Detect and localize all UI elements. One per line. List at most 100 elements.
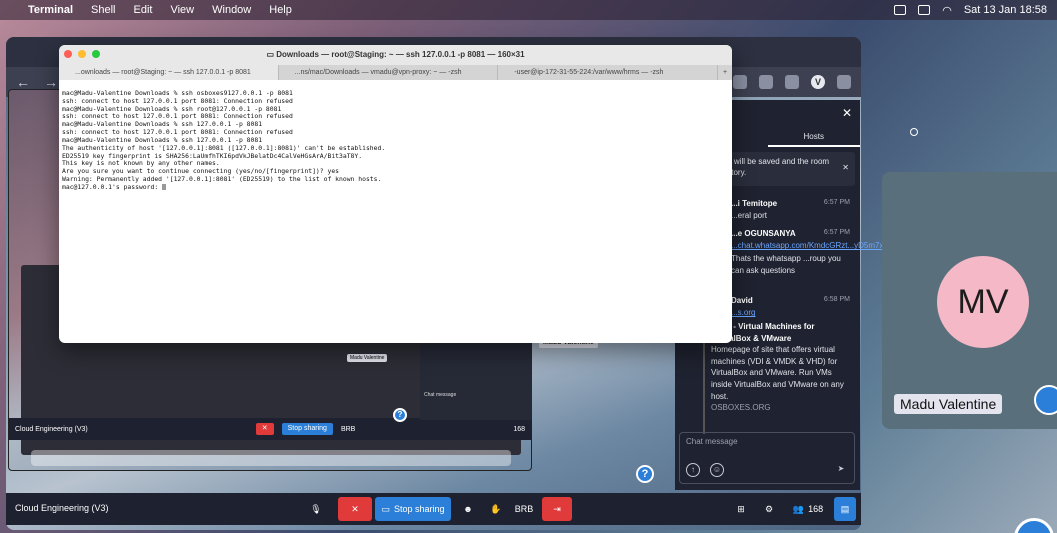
minimize-window-button[interactable]	[78, 50, 86, 58]
raise-hand-button[interactable]: ✋	[486, 497, 506, 521]
chat-message: ...e OGUNSANYA 6:57 PM ...chat.whatsapp.c…	[731, 228, 888, 278]
emoji-icon: ☻	[463, 504, 473, 514]
extension-icon[interactable]	[759, 75, 773, 89]
reactions-button[interactable]: ☻	[458, 497, 478, 521]
forward-icon[interactable]: →	[44, 74, 58, 90]
meeting-toolbar: Cloud Engineering (V3) 🎙 ✕ ▭ Stop sharin…	[6, 493, 861, 525]
window-controls	[64, 50, 100, 58]
chat-tools: ↑ ☺	[686, 463, 724, 477]
menu-edit[interactable]: Edit	[134, 4, 153, 16]
nested-name-chip: Madu Valentine	[347, 354, 388, 362]
participant-avatar: MV	[937, 256, 1029, 348]
menu-bar: Terminal Shell Edit View Window Help ◠ S…	[0, 0, 1057, 20]
message-text: ...eral port	[731, 211, 768, 221]
close-icon[interactable]: ✕	[842, 106, 852, 120]
nested-toolbar: Cloud Engineering (V3) ✕ Stop sharing BR…	[9, 418, 531, 440]
help-icon[interactable]: ?	[636, 465, 654, 483]
terminal-tab[interactable]: ...ownloads — root@Staging: ~ — ssh 127.…	[59, 65, 279, 80]
speaking-icon	[1034, 385, 1057, 415]
message-link[interactable]: ...s.org	[731, 307, 850, 319]
terminal-output[interactable]: mac@Madu-Valentine Downloads % ssh osbox…	[59, 80, 732, 210]
participant-tile[interactable]: MV Madu Valentine	[882, 172, 1057, 429]
extensions-bar: V	[733, 75, 851, 89]
terminal-window: ▭ Downloads — root@Staging: ~ — ssh 127.…	[59, 45, 732, 343]
terminal-prompt: mac@127.0.0.1's password:	[62, 182, 163, 191]
camera-button[interactable]: ✕	[338, 497, 372, 521]
leave-icon: ⇥	[553, 503, 561, 514]
back-icon[interactable]: ←	[16, 74, 30, 90]
notice-text: ...s will be saved and the room history.	[721, 157, 830, 178]
hand-icon: ✋	[490, 503, 502, 514]
nested-people-count: 168	[513, 425, 525, 433]
brb-button[interactable]: BRB	[512, 497, 536, 521]
menu-app-name[interactable]: Terminal	[28, 4, 73, 16]
status-icon[interactable]	[894, 5, 907, 15]
nested-dock	[31, 450, 511, 466]
terminal-tab[interactable]: ...ns/mac/Downloads — vmadu@vpn-proxy: ~…	[279, 65, 499, 80]
floating-action-button[interactable]	[1014, 518, 1054, 533]
new-tab-button[interactable]: +	[718, 65, 732, 80]
preview-body: Homepage of site that offers virtual mac…	[711, 345, 844, 401]
profile-avatar[interactable]: V	[811, 75, 825, 89]
notice-close-icon[interactable]: ✕	[842, 162, 849, 173]
extension-icon[interactable]	[733, 75, 747, 89]
participants-button[interactable]: 👥 168	[786, 497, 830, 521]
message-author: ...e OGUNSANYA	[731, 229, 796, 238]
chat-message: ...i Temitope 6:57 PM ...eral port	[731, 198, 850, 223]
message-time: 6:57 PM	[823, 199, 850, 206]
terminal-cursor	[162, 183, 167, 190]
gear-icon: ⚙	[764, 503, 774, 514]
nested-camera-button: ✕	[255, 423, 274, 435]
message-author: ...i Temitope	[731, 199, 778, 208]
indicator-icon	[910, 128, 918, 136]
menu-help[interactable]: Help	[269, 4, 292, 16]
chat-message: David 6:58 PM ...s.org	[731, 295, 850, 320]
upload-icon[interactable]: ↑	[686, 463, 700, 477]
stop-sharing-label: Stop sharing	[393, 504, 445, 514]
nested-share-button: Stop sharing	[281, 423, 333, 435]
chat-button[interactable]: ▤	[834, 497, 856, 521]
nested-room-name: Cloud Engineering (V3)	[15, 425, 88, 433]
zoom-window-button[interactable]	[92, 50, 100, 58]
microphone-icon: 🎙	[310, 503, 322, 514]
menubar-status: ◠ Sat 13 Jan 18:58	[894, 4, 1047, 17]
tab-hosts[interactable]: Hosts	[767, 127, 860, 147]
menu-icon[interactable]	[837, 75, 851, 89]
people-icon: 👥	[792, 503, 805, 514]
message-link[interactable]: ...chat.whatsapp.com/KmdcGRzt...yD5m7x4	[731, 240, 888, 252]
battery-icon[interactable]	[918, 5, 931, 15]
menu-view[interactable]: View	[170, 4, 194, 16]
message-author: David	[731, 296, 753, 305]
screen-share-icon: ▭	[381, 503, 390, 514]
participant-name: Madu Valentine	[894, 394, 1003, 414]
terminal-title: Downloads — root@Staging: ~ — ssh 127.0.…	[276, 50, 525, 59]
terminal-line: Warning: Permanently added '[127.0.0.1]:…	[62, 175, 382, 184]
layout-button[interactable]: ⊞	[730, 497, 752, 521]
send-icon[interactable]: ➤	[834, 463, 848, 477]
leave-button[interactable]: ⇥	[542, 497, 572, 521]
clock[interactable]: Sat 13 Jan 18:58	[964, 4, 1047, 16]
terminal-tab[interactable]: -user@ip-172-31-55-224:/var/www/hrms — -…	[498, 65, 719, 80]
emoji-icon[interactable]: ☺	[710, 463, 724, 477]
camera-off-icon: ✕	[351, 503, 359, 514]
preview-site: OSBOXES.ORG	[711, 403, 771, 413]
menu-window[interactable]: Window	[212, 4, 251, 16]
message-text: Thats the whatsapp ...roup you can ask q…	[731, 253, 841, 276]
chat-input[interactable]: Chat message ↑ ☺ ➤	[679, 432, 855, 484]
terminal-tabs: ...ownloads — root@Staging: ~ — ssh 127.…	[59, 65, 732, 80]
message-time: 6:57 PM	[823, 229, 850, 236]
microphone-button[interactable]: 🎙	[302, 497, 330, 521]
wifi-icon[interactable]: ◠	[942, 4, 952, 17]
stop-sharing-button[interactable]: ▭ Stop sharing	[375, 497, 451, 521]
menu-shell[interactable]: Shell	[91, 4, 115, 16]
close-window-button[interactable]	[64, 50, 72, 58]
room-name: Cloud Engineering (V3)	[15, 503, 109, 513]
layout-icon: ⊞	[737, 503, 745, 514]
terminal-title-bar: ▭ Downloads — root@Staging: ~ — ssh 127.…	[59, 45, 732, 65]
nested-help-icon: ?	[393, 408, 407, 422]
chat-input-placeholder: Chat message	[686, 437, 738, 446]
settings-button[interactable]: ⚙	[758, 497, 780, 521]
extension-icon[interactable]	[785, 75, 799, 89]
chat-notice: ...s will be saved and the room history.…	[715, 152, 855, 186]
message-time: 6:58 PM	[823, 296, 850, 303]
